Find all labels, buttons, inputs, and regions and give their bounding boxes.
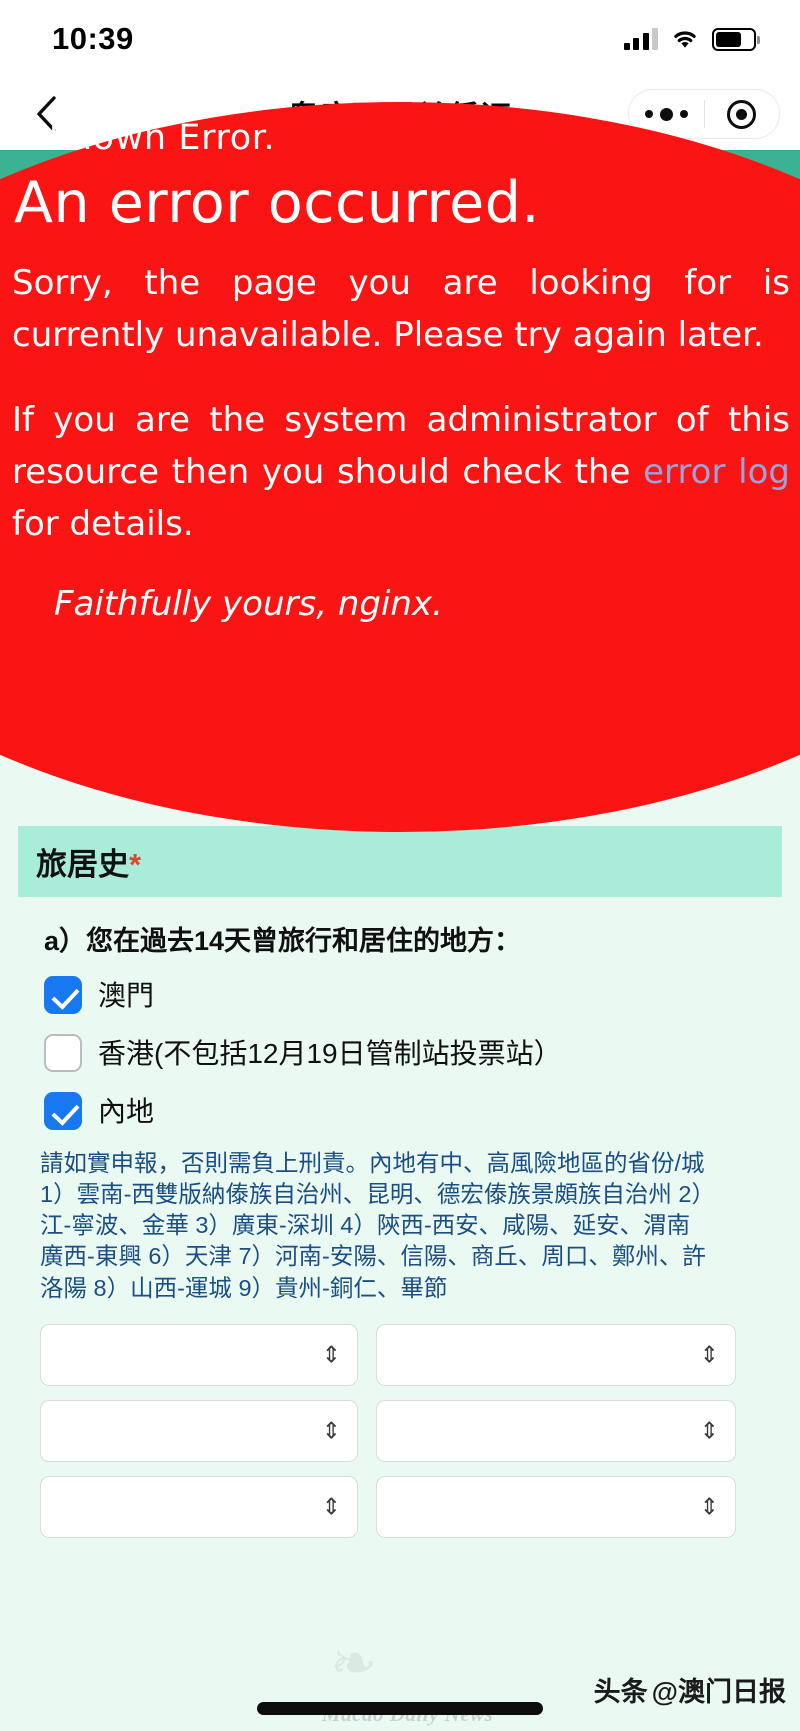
chevron-updown-icon: ⇕ [699,1341,719,1368]
travel-note: 請如實申報，否則需負上刑責。內地有中、高風險地區的省份/城 1）雲南-西雙版納傣… [40,1150,715,1301]
travel-label: 香港(不包括12月19日管制站投票站） [98,1038,562,1070]
error-log-link[interactable]: error log [643,452,790,492]
chevron-updown-icon: ⇕ [321,1493,341,1520]
home-indicator[interactable] [257,1702,543,1715]
region-select-row: ⇕ ⇕ [40,1399,788,1462]
status-bar-time: 10:39 [52,21,134,56]
travel-history-title: 旅居史 [36,847,129,883]
travel-checkbox-mainland[interactable] [44,1092,82,1131]
travel-option-row[interactable]: 香港(不包括12月19日管制站投票站） [0,1016,800,1074]
error-paragraph-2: If you are the system administrator of t… [0,361,800,550]
travel-checkbox-hongkong[interactable] [44,1034,82,1073]
error-paragraph-1: Sorry, the page you are looking for is c… [12,263,790,355]
watermark-secondary: 头条 @澳门日报 [594,1670,786,1709]
travel-question: a）您在過去14天曾旅行和居住的地方： [44,926,522,957]
region-select[interactable]: ⇕ [376,1475,736,1538]
watermark-secondary-handle: @澳门日报 [651,1677,786,1707]
travel-checkbox-macau[interactable] [44,976,82,1015]
required-asterisk: * [129,847,142,883]
wifi-icon [671,28,699,50]
region-select[interactable]: ⇕ [40,1399,358,1462]
phone-screen: 10:39 粤康码通关凭证 [0,0,800,1731]
cellular-signal-icon [623,28,658,50]
error-title-unknown: Unknown Error. [0,118,276,158]
chevron-updown-icon: ⇕ [321,1417,341,1444]
travel-label: 內地 [98,1096,155,1128]
travel-history-section: 旅居史* a）您在過去14天曾旅行和居住的地方： 澳門 香港(不包括12月19日… [0,776,800,1538]
region-select[interactable]: ⇕ [376,1399,736,1462]
chevron-updown-icon: ⇕ [699,1417,719,1444]
status-bar-icons [623,27,761,51]
region-select[interactable]: ⇕ [40,1475,358,1538]
travel-option-row[interactable]: 澳門 [0,958,800,1016]
region-select-grid: ⇕ ⇕ ⇕ ⇕ ⇕ ⇕ [0,1304,800,1538]
error-title-main: An error occurred. [14,170,541,236]
travel-history-heading: 旅居史* [18,826,782,898]
leaf-watermark-icon: ❧ [330,1631,377,1694]
region-select-row: ⇕ ⇕ [40,1323,788,1386]
region-select[interactable]: ⇕ [376,1323,736,1386]
status-bar: 10:39 [0,0,800,78]
region-select-row: ⇕ ⇕ [40,1475,788,1538]
travel-option-row[interactable]: 內地 [0,1074,800,1132]
chevron-updown-icon: ⇕ [321,1341,341,1368]
travel-label: 澳門 [98,980,155,1012]
chevron-updown-icon: ⇕ [699,1493,719,1520]
error-paragraph-2-after: for details. [12,503,194,544]
error-overlay-text: Unknown Error. An error occurred. Sorry,… [0,118,800,624]
watermark-secondary-prefix: 头条 [593,1677,648,1707]
region-select[interactable]: ⇕ [40,1323,358,1386]
error-signature: Faithfully yours, nginx. [54,584,443,625]
battery-icon [712,27,761,51]
